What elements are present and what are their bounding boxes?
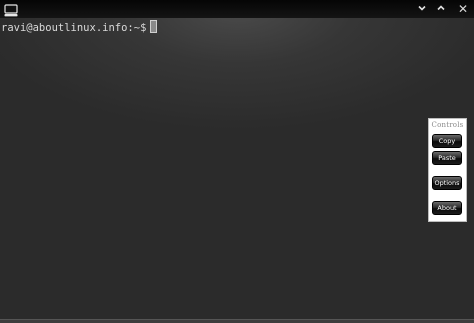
about-button[interactable]: About — [432, 201, 462, 215]
controls-title: Controls — [431, 121, 464, 129]
window-bottom-border — [0, 319, 474, 323]
title-bar[interactable]: ✕ — [0, 0, 474, 18]
maximize-button[interactable] — [433, 1, 449, 17]
minimize-button[interactable] — [414, 1, 430, 17]
chevron-up-icon — [437, 5, 445, 11]
shell-prompt: ravi@aboutlinux.info:~$ — [1, 22, 147, 34]
options-button[interactable]: Options — [432, 176, 462, 190]
terminal-prompt-line[interactable]: ravi@aboutlinux.info:~$ — [1, 20, 158, 34]
close-button[interactable]: ✕ — [455, 1, 471, 17]
terminal-icon[interactable] — [4, 2, 18, 17]
close-icon: ✕ — [457, 2, 469, 16]
copy-button[interactable]: Copy — [432, 134, 462, 148]
text-cursor — [150, 20, 158, 33]
paste-button[interactable]: Paste — [432, 151, 462, 165]
chevron-down-icon — [418, 5, 426, 11]
terminal-window: ✕ ravi@aboutlinux.info:~$ Controls Copy … — [0, 0, 474, 323]
controls-panel: Controls Copy Paste Options About — [428, 118, 467, 222]
